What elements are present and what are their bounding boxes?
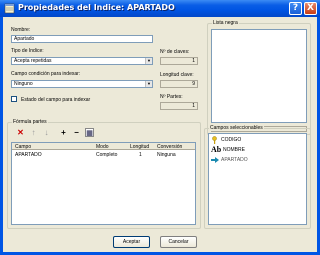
cancel-button[interactable]: Cancelar [160, 236, 197, 248]
ab-text-icon: Ab [211, 145, 222, 154]
list-item[interactable]: CODIGO [211, 136, 306, 144]
type-select[interactable]: Acepta repetidas ▼ [11, 57, 153, 65]
cell-campo: APARTADO [15, 152, 42, 158]
list-item[interactable]: Ab NOMBRE [211, 145, 306, 154]
formula-grid[interactable]: Campo Modo Longitud Conversión APARTADO … [11, 142, 196, 225]
key-icon [212, 136, 217, 144]
num-keys-value: 1 [160, 57, 198, 65]
help-button[interactable]: ? [289, 2, 302, 15]
condition-select-value: Ninguno [14, 81, 33, 87]
list-item-label: APARTADO [221, 157, 248, 163]
black-list-box[interactable] [211, 29, 307, 123]
arrow-up-icon[interactable]: ↑ [29, 128, 38, 137]
type-select-value: Acepta repetidas [14, 58, 52, 64]
table-row[interactable]: APARTADO Completo 1 Ninguna [12, 151, 195, 158]
window-title: Propiedades del Indice: APARTADO [18, 3, 175, 12]
col-longitud[interactable]: Longitud [130, 144, 149, 150]
name-input[interactable]: Apartado [11, 35, 153, 43]
cell-conversion: Ninguna [157, 152, 176, 158]
arrow-icon [211, 157, 219, 163]
cell-longitud: 1 [139, 152, 142, 158]
delete-icon[interactable]: ✕ [16, 128, 25, 137]
key-length-label: Longitud clave: [160, 72, 194, 78]
name-label: Nombre: [11, 27, 31, 33]
black-list-label: Lista negra [212, 20, 239, 26]
title-bar[interactable]: Propiedades del Indice: APARTADO ? X [0, 0, 320, 17]
cell-modo: Completo [96, 152, 118, 158]
col-conversion[interactable]: Conversión [157, 144, 182, 150]
type-label: Tipo de Indice: [11, 48, 44, 54]
list-item-label: CODIGO [221, 137, 242, 143]
database-icon [4, 3, 15, 14]
arrow-down-icon[interactable]: ↓ [42, 128, 51, 137]
condition-label: Campo condición para indexar: [11, 71, 81, 77]
num-parts-value: 1 [160, 102, 198, 110]
accept-button[interactable]: Aceptar [113, 236, 150, 248]
state-checkbox[interactable] [11, 96, 17, 102]
grid-header: Campo Modo Longitud Conversión [12, 143, 195, 150]
chevron-down-icon[interactable]: ▼ [145, 58, 152, 64]
formula-label: Fórmula partes [12, 119, 48, 125]
num-keys-label: Nº de claves: [160, 49, 190, 55]
col-campo[interactable]: Campo [15, 144, 31, 150]
state-checkbox-label: Estado del campo para indexar [21, 97, 91, 103]
condition-select[interactable]: Ninguno ▼ [11, 80, 153, 88]
selectable-fields-list[interactable]: CODIGO Ab NOMBRE APARTADO [208, 133, 307, 225]
remove-icon[interactable]: − [72, 128, 81, 137]
edit-grid-icon[interactable]: ▦ [85, 128, 94, 137]
list-item[interactable]: APARTADO [211, 156, 306, 164]
chevron-down-icon[interactable]: ▼ [145, 81, 152, 87]
col-modo[interactable]: Modo [96, 144, 109, 150]
add-icon[interactable]: + [59, 128, 68, 137]
key-length-value: 9 [160, 80, 198, 88]
close-button[interactable]: X [304, 2, 317, 15]
num-parts-label: Nº Partes: [160, 94, 183, 100]
list-item-label: NOMBRE [223, 147, 245, 153]
selectable-fields-label: Campos seleccionables [209, 125, 264, 131]
